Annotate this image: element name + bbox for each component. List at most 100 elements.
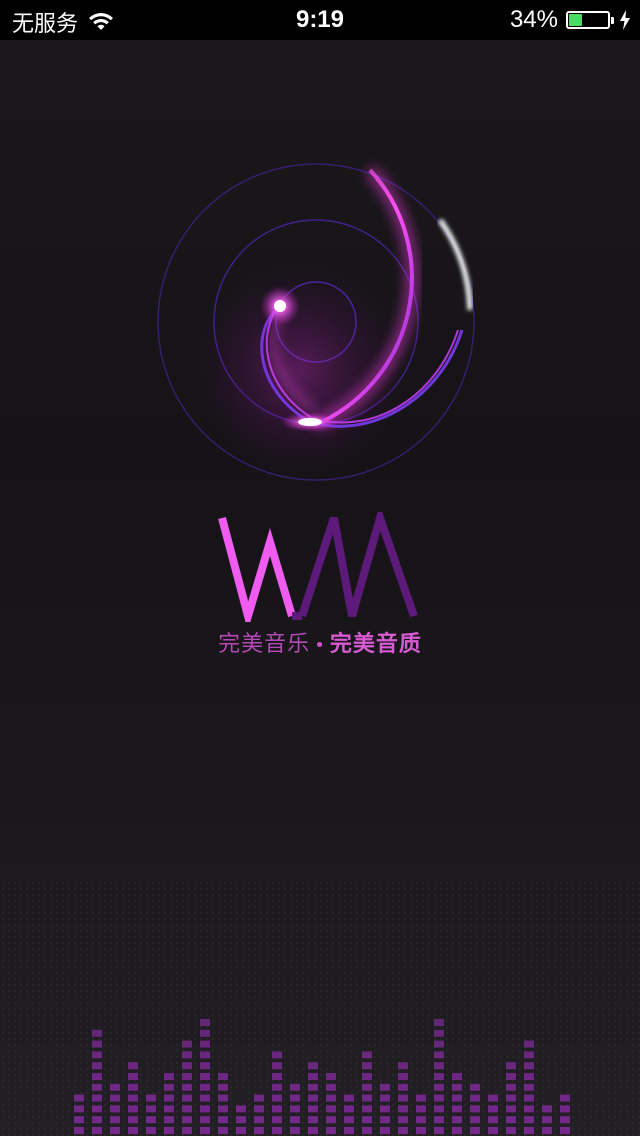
equalizer-segment: [434, 1073, 444, 1080]
battery-percent: 34%: [509, 6, 558, 33]
equalizer-segment: [452, 1105, 462, 1113]
equalizer-segment: [290, 1116, 300, 1124]
equalizer-segment: [452, 1094, 462, 1102]
equalizer-segment: [398, 1094, 408, 1102]
equalizer-segment: [218, 1083, 228, 1091]
equalizer-bar: [452, 1073, 462, 1134]
equalizer-bar: [254, 1094, 264, 1134]
equalizer-segment: [434, 1062, 444, 1070]
equalizer-segment: [452, 1116, 462, 1124]
status-right: 34%: [510, 6, 630, 34]
equalizer-segment: [92, 1062, 102, 1070]
equalizer-segment: [182, 1062, 192, 1070]
equalizer-segment: [200, 1040, 210, 1048]
equalizer-segment: [236, 1127, 246, 1134]
equalizer-segment: [290, 1094, 300, 1102]
equalizer-segment: [560, 1116, 570, 1124]
equalizer-bars: [74, 1019, 570, 1134]
battery-icon: [566, 11, 610, 29]
equalizer-bar: [488, 1094, 498, 1134]
equalizer-segment: [398, 1127, 408, 1134]
equalizer-segment: [470, 1127, 480, 1134]
splash-screen: 无服务 9:19 34% 完美音乐 • 完美音质: [0, 0, 640, 1136]
equalizer-segment: [308, 1094, 318, 1102]
equalizer-segment: [182, 1040, 192, 1048]
equalizer-segment: [200, 1094, 210, 1102]
equalizer-segment: [254, 1094, 264, 1102]
equalizer-segment: [272, 1051, 282, 1059]
equalizer-segment: [92, 1073, 102, 1080]
equalizer-segment: [560, 1094, 570, 1102]
equalizer-segment: [74, 1116, 84, 1124]
equalizer-segment: [164, 1073, 174, 1080]
equalizer-segment: [182, 1116, 192, 1124]
equalizer-segment: [146, 1127, 156, 1134]
equalizer-segment: [398, 1062, 408, 1070]
equalizer-segment: [200, 1062, 210, 1070]
equalizer-bar: [470, 1083, 480, 1134]
equalizer-bar: [200, 1019, 210, 1134]
equalizer-segment: [470, 1116, 480, 1124]
equalizer-bar: [290, 1083, 300, 1134]
equalizer-segment: [344, 1127, 354, 1134]
equalizer-segment: [524, 1062, 534, 1070]
equalizer-bar: [146, 1094, 156, 1134]
battery-level: [569, 14, 582, 26]
equalizer-bar: [236, 1105, 246, 1134]
equalizer-segment: [434, 1127, 444, 1134]
equalizer-bar: [398, 1062, 408, 1134]
equalizer-segment: [380, 1116, 390, 1124]
equalizer-bar: [560, 1094, 570, 1134]
equalizer-segment: [524, 1051, 534, 1059]
equalizer-bar: [344, 1094, 354, 1134]
equalizer-segment: [236, 1105, 246, 1113]
equalizer-segment: [308, 1073, 318, 1080]
equalizer-segment: [164, 1116, 174, 1124]
equalizer-bar: [308, 1062, 318, 1134]
equalizer-segment: [182, 1127, 192, 1134]
equalizer-bar: [434, 1019, 444, 1134]
equalizer-segment: [110, 1094, 120, 1102]
equalizer-segment: [488, 1116, 498, 1124]
equalizer-segment: [236, 1116, 246, 1124]
equalizer-segment: [128, 1073, 138, 1080]
equalizer-segment: [218, 1127, 228, 1134]
equalizer-segment: [344, 1116, 354, 1124]
equalizer-segment: [128, 1116, 138, 1124]
equalizer-segment: [272, 1073, 282, 1080]
equalizer-segment: [380, 1127, 390, 1134]
equalizer-segment: [92, 1029, 102, 1037]
equalizer-bar: [110, 1083, 120, 1134]
equalizer-bar: [326, 1073, 336, 1134]
equalizer-segment: [200, 1116, 210, 1124]
equalizer-segment: [416, 1105, 426, 1113]
equalizer-segment: [470, 1094, 480, 1102]
equalizer-segment: [146, 1116, 156, 1124]
equalizer-bar: [218, 1073, 228, 1134]
equalizer-segment: [344, 1105, 354, 1113]
equalizer-bar: [416, 1094, 426, 1134]
equalizer-segment: [362, 1094, 372, 1102]
equalizer-segment: [200, 1073, 210, 1080]
equalizer-segment: [416, 1094, 426, 1102]
equalizer-bar: [164, 1073, 174, 1134]
equalizer-segment: [92, 1051, 102, 1059]
equalizer-segment: [380, 1083, 390, 1091]
equalizer-bar: [542, 1105, 552, 1134]
equalizer-segment: [290, 1105, 300, 1113]
equalizer-segment: [326, 1083, 336, 1091]
equalizer-bar: [92, 1029, 102, 1134]
equalizer-bar: [380, 1083, 390, 1134]
equalizer-segment: [452, 1073, 462, 1080]
equalizer-segment: [218, 1105, 228, 1113]
equalizer-segment: [506, 1116, 516, 1124]
equalizer-segment: [92, 1094, 102, 1102]
equalizer-segment: [218, 1116, 228, 1124]
equalizer-segment: [434, 1040, 444, 1048]
equalizer-segment: [434, 1051, 444, 1059]
equalizer-segment: [290, 1083, 300, 1091]
equalizer-segment: [488, 1094, 498, 1102]
equalizer-segment: [92, 1040, 102, 1048]
equalizer-segment: [326, 1073, 336, 1080]
equalizer-segment: [524, 1105, 534, 1113]
